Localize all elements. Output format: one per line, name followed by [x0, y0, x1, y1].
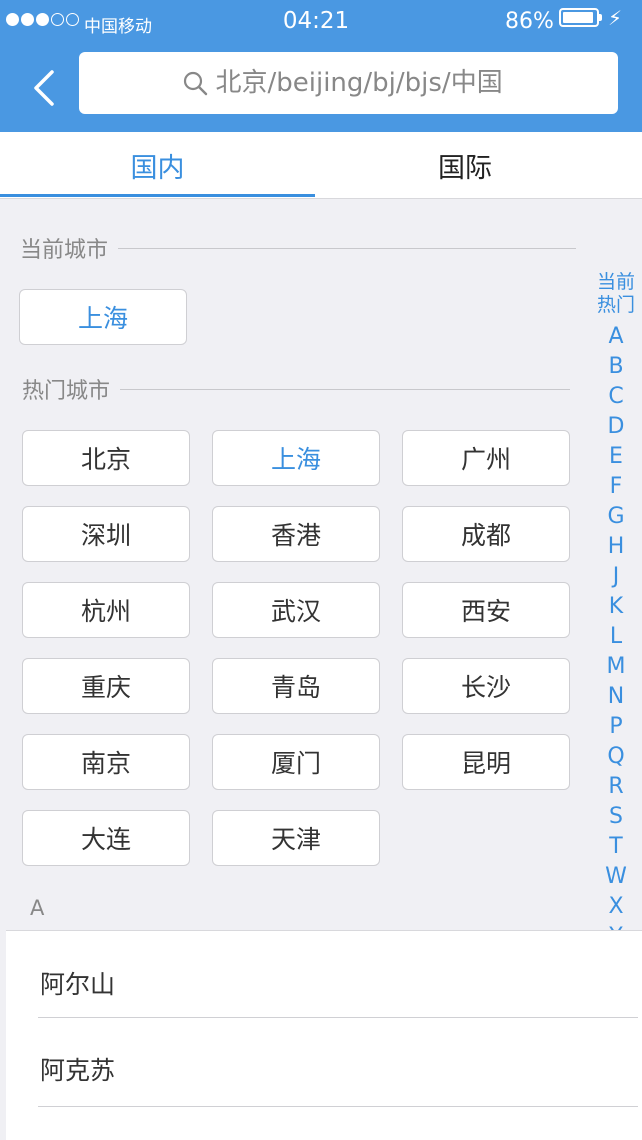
index-letter[interactable]: B: [590, 354, 642, 379]
index-letter[interactable]: S: [590, 804, 642, 829]
index-current[interactable]: 当前: [590, 272, 642, 293]
hot-city-button[interactable]: 青岛: [212, 658, 380, 714]
hot-city-button[interactable]: 武汉: [212, 582, 380, 638]
active-tab-indicator: [0, 194, 315, 197]
index-letter[interactable]: X: [590, 894, 642, 919]
status-bar: 中国移动 04:21 86% ⚡: [0, 0, 642, 44]
index-letter[interactable]: H: [590, 534, 642, 559]
tab-domestic[interactable]: 国内: [0, 132, 315, 198]
divider: [118, 247, 577, 249]
city-list: 阿尔山 阿克苏: [6, 930, 642, 1140]
index-letter[interactable]: W: [590, 864, 642, 889]
index-hot[interactable]: 热门: [590, 295, 642, 316]
hot-city-button[interactable]: 大连: [22, 810, 190, 866]
index-letter[interactable]: P: [590, 714, 642, 739]
list-item[interactable]: 阿克苏: [40, 1051, 115, 1087]
index-letter[interactable]: E: [590, 444, 642, 469]
index-letter[interactable]: N: [590, 684, 642, 709]
index-letter[interactable]: Q: [590, 744, 642, 769]
index-letter[interactable]: D: [590, 414, 642, 439]
index-letter[interactable]: J: [590, 564, 642, 589]
hot-city-button[interactable]: 杭州: [22, 582, 190, 638]
hot-city-button[interactable]: 南京: [22, 734, 190, 790]
nav-bar: [0, 44, 642, 132]
list-divider: [38, 1017, 638, 1018]
current-city-button[interactable]: 上海: [19, 289, 187, 345]
search-input[interactable]: [215, 68, 516, 98]
hot-city-button[interactable]: 厦门: [212, 734, 380, 790]
charging-icon: ⚡: [608, 6, 623, 30]
hot-city-button[interactable]: 昆明: [402, 734, 570, 790]
current-city-title: 当前城市: [20, 238, 109, 263]
index-letter[interactable]: G: [590, 504, 642, 529]
back-button[interactable]: [24, 66, 64, 110]
current-city-section-title: 当前城市: [20, 232, 577, 264]
tab-international[interactable]: 国际: [315, 132, 615, 198]
index-letter[interactable]: F: [590, 474, 642, 499]
index-letter[interactable]: R: [590, 774, 642, 799]
index-letter[interactable]: K: [590, 594, 642, 619]
tab-bar: 国内 国际: [0, 132, 642, 199]
hot-city-button[interactable]: 重庆: [22, 658, 190, 714]
hot-city-button[interactable]: 西安: [402, 582, 570, 638]
hot-city-button[interactable]: 天津: [212, 810, 380, 866]
list-item[interactable]: 阿尔山: [40, 965, 115, 1001]
alphabet-index-bar[interactable]: 当前 热门 ABCDEFGHJKLMNPQRSTWXYZ: [590, 200, 642, 990]
list-divider: [38, 1106, 638, 1107]
index-letter[interactable]: A: [590, 324, 642, 349]
section-letter-header: A: [30, 896, 45, 920]
hot-city-button[interactable]: 长沙: [402, 658, 570, 714]
hot-city-button[interactable]: 深圳: [22, 506, 190, 562]
divider: [120, 388, 571, 390]
battery-icon: [559, 8, 602, 27]
hot-cities-title: 热门城市: [22, 379, 111, 404]
index-letter[interactable]: C: [590, 384, 642, 409]
index-letter[interactable]: T: [590, 834, 642, 859]
index-letter[interactable]: L: [590, 624, 642, 649]
battery-percent: 86%: [505, 9, 554, 34]
hot-cities-section-title: 热门城市: [22, 373, 571, 405]
hot-city-button[interactable]: 香港: [212, 506, 380, 562]
index-letter[interactable]: M: [590, 654, 642, 679]
hot-city-button[interactable]: 成都: [402, 506, 570, 562]
search-icon: [183, 71, 207, 96]
hot-city-button[interactable]: 上海: [212, 430, 380, 486]
chevron-left-icon: [34, 70, 54, 106]
search-box[interactable]: [79, 52, 618, 114]
hot-city-button[interactable]: 北京: [22, 430, 190, 486]
hot-city-button[interactable]: 广州: [402, 430, 570, 486]
